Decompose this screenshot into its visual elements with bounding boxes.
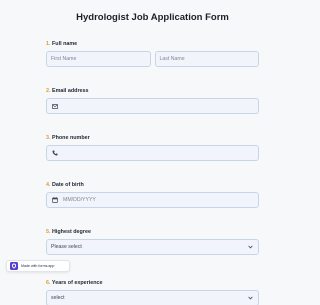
question-text: Years of experience — [51, 280, 103, 286]
email-input[interactable] — [46, 98, 259, 114]
question-label: 4. Date of birth — [46, 181, 259, 189]
last-name-input[interactable]: Last Name — [154, 51, 259, 67]
highest-degree-select[interactable]: Please select — [46, 239, 259, 255]
form-title: Hydrologist Job Application Form — [76, 12, 229, 23]
question-phone: 3. Phone number — [46, 134, 259, 161]
question-number: 3. — [46, 135, 51, 141]
question-date-of-birth: 4. Date of birth MM/DD/YYYY — [46, 181, 259, 208]
question-label: 2. Email address — [46, 87, 259, 95]
select-value: select — [51, 295, 65, 301]
question-highest-degree: 5. Highest degree Please select — [46, 228, 259, 255]
chevron-down-icon — [248, 296, 253, 302]
question-number: 2. — [46, 88, 51, 94]
question-label: 1. Full name — [46, 40, 259, 48]
years-of-experience-select[interactable]: select — [46, 290, 259, 305]
made-with-forms-app-badge[interactable]: Made with forms.app — [6, 260, 70, 272]
question-number: 6. — [46, 280, 51, 286]
question-text: Phone number — [52, 135, 90, 141]
question-number: 1. — [46, 41, 51, 47]
badge-text: Made with forms.app — [21, 264, 55, 268]
question-label: 6. Years of experience — [46, 279, 259, 287]
form-page: Hydrologist Job Application Form 1. Full… — [0, 0, 305, 305]
question-full-name: 1. Full name First Name Last Name — [46, 40, 259, 67]
question-text: Email address — [52, 88, 89, 94]
name-row: First Name Last Name — [46, 48, 259, 67]
question-label: 5. Highest degree — [46, 228, 259, 236]
chevron-down-icon — [248, 245, 253, 251]
date-placeholder: MM/DD/YYYY — [63, 197, 96, 203]
question-label: 3. Phone number — [46, 134, 259, 142]
phone-icon — [51, 150, 58, 156]
question-number: 5. — [46, 229, 51, 235]
envelope-icon — [51, 103, 58, 109]
first-name-placeholder: First Name — [51, 56, 77, 62]
question-text: Full name — [52, 41, 78, 47]
select-value: Please select — [51, 244, 82, 250]
question-number: 4. — [46, 182, 51, 188]
phone-input[interactable] — [46, 145, 259, 161]
date-of-birth-input[interactable]: MM/DD/YYYY — [46, 192, 259, 208]
question-text: Date of birth — [52, 182, 84, 188]
forms-app-logo-icon — [10, 257, 18, 275]
question-years-of-experience: 6. Years of experience select — [46, 279, 259, 305]
question-text: Highest degree — [52, 229, 91, 235]
question-email: 2. Email address — [46, 87, 259, 114]
calendar-icon — [51, 197, 58, 203]
first-name-input[interactable]: First Name — [46, 51, 151, 67]
last-name-placeholder: Last Name — [159, 56, 185, 62]
